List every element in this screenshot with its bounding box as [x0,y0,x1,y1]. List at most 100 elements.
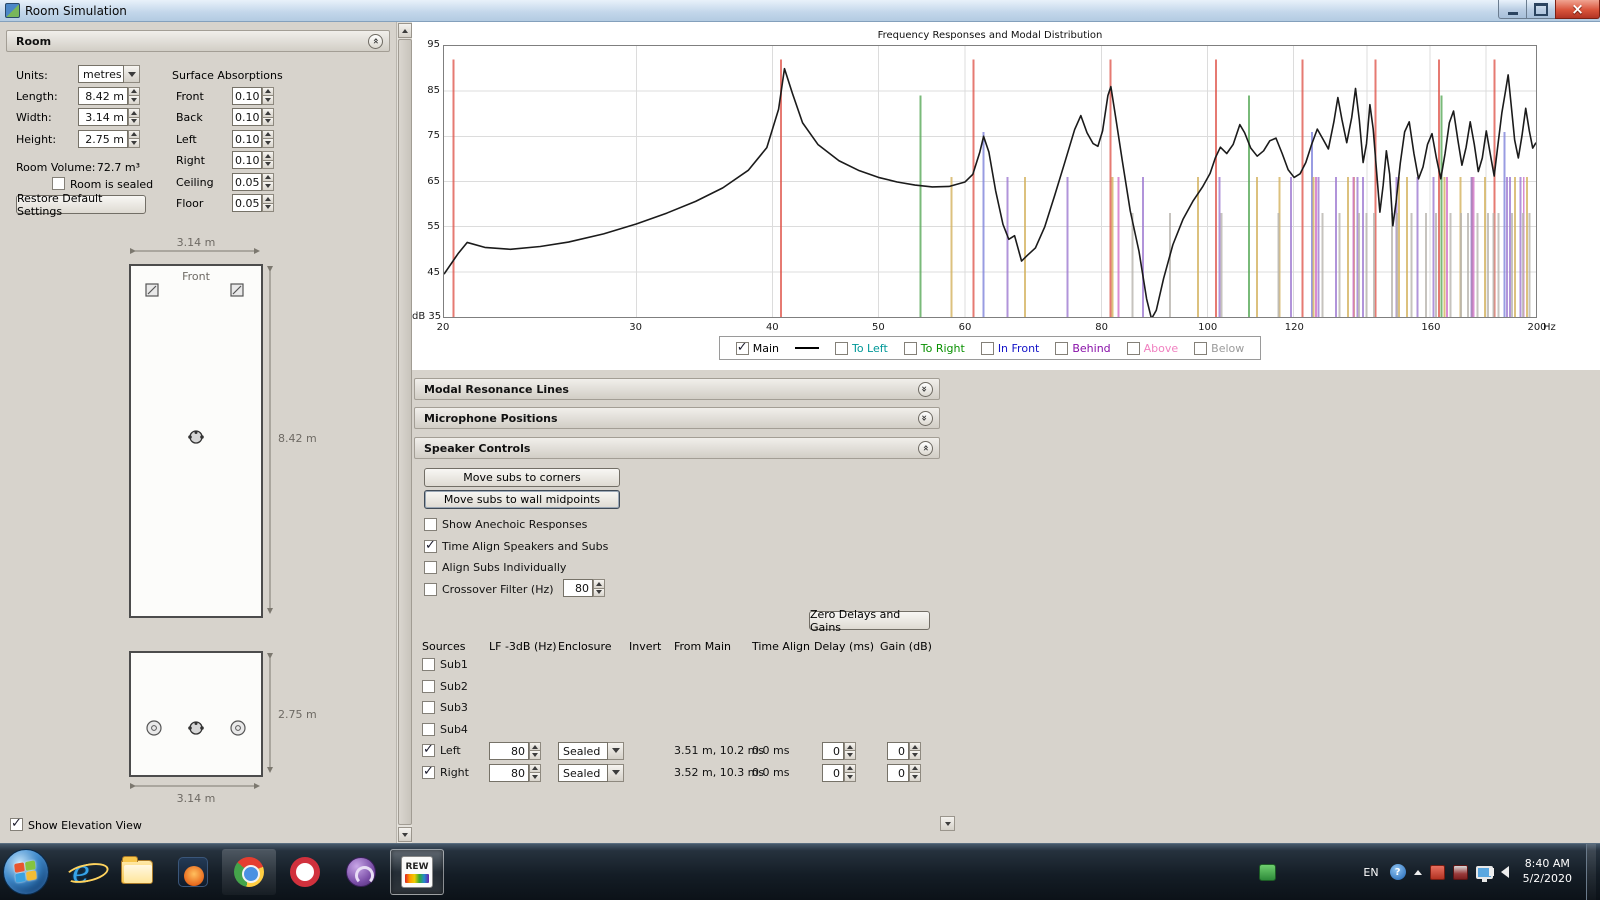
spin-up-button[interactable] [909,742,921,752]
spin-down-button[interactable] [529,751,541,760]
taskbar-tray-app-icon[interactable] [1259,864,1276,881]
crossover-spinner[interactable]: 80 [563,579,605,597]
spin-down-button[interactable] [262,161,274,170]
show-elevation-checkbox[interactable] [10,818,23,831]
expand-chevron-icon[interactable] [918,382,933,397]
close-button[interactable] [1555,0,1600,19]
collapse-chevron-icon[interactable] [368,34,383,49]
option-checkbox-2[interactable] [424,561,437,574]
legend-checkbox-6[interactable] [1194,342,1207,355]
source-checkbox-sub2[interactable] [422,680,435,693]
volume-tray-icon[interactable] [1501,866,1509,878]
gain-spinner-left[interactable]: 0 [887,742,921,760]
taskbar-media-player-button[interactable] [166,849,220,895]
restore-defaults-button[interactable]: Restore Default Settings [16,195,146,214]
move-subs-corners-button[interactable]: Move subs to corners [424,468,620,487]
spin-up-button[interactable] [128,108,140,118]
clock[interactable]: 8:40 AM 5/2/2020 [1517,857,1578,887]
surface-spinner-4-value[interactable]: 0.05 [232,173,262,191]
room-sealed-checkbox[interactable] [52,177,65,190]
scroll-up-button[interactable] [398,23,412,38]
dropdown-arrow-icon[interactable] [124,65,140,83]
dim-spinner-1-value[interactable]: 3.14 m [78,108,128,126]
spin-down-button[interactable] [262,182,274,191]
enclosure-select-right[interactable]: Sealed [558,764,624,782]
taskbar-explorer-button[interactable] [110,849,164,895]
controls-scroll-down-button[interactable] [940,816,955,831]
source-checkbox-sub1[interactable] [422,658,435,671]
show-desktop-button[interactable] [1586,844,1596,900]
spin-up-button[interactable] [593,579,605,589]
start-button[interactable] [3,849,49,895]
surface-spinner-0[interactable]: 0.10 [232,87,274,105]
surface-spinner-5[interactable]: 0.05 [232,194,274,212]
dim-spinner-2[interactable]: 2.75 m [78,130,140,148]
expand-chevron-icon[interactable] [918,411,933,426]
spin-up-button[interactable] [262,151,274,161]
surface-spinner-0-value[interactable]: 0.10 [232,87,262,105]
source-checkbox-right[interactable] [422,766,435,779]
language-indicator[interactable]: EN [1360,864,1381,881]
maximize-button[interactable] [1527,0,1555,19]
gain-spinner-right-value[interactable]: 0 [887,764,909,782]
dim-spinner-0[interactable]: 8.42 m [78,87,140,105]
move-subs-midpoints-button[interactable]: Move subs to wall midpoints [424,490,620,509]
surface-spinner-4[interactable]: 0.05 [232,173,274,191]
option-checkbox-1[interactable] [424,540,437,553]
dim-spinner-0-value[interactable]: 8.42 m [78,87,128,105]
legend-checkbox-5[interactable] [1127,342,1140,355]
spin-down-button[interactable] [262,96,274,105]
taskbar-chrome-button[interactable] [222,849,276,895]
spin-up-button[interactable] [128,130,140,140]
dropdown-arrow-icon[interactable] [608,742,624,760]
units-select[interactable]: metres [78,65,140,83]
spin-up-button[interactable] [529,764,541,774]
spin-up-button[interactable] [128,87,140,97]
section-bar-microphone-positions[interactable]: Microphone Positions [414,407,940,429]
enclosure-select-left[interactable]: Sealed [558,742,624,760]
taskbar-opera-button[interactable] [278,849,332,895]
surface-spinner-1[interactable]: 0.10 [232,108,274,126]
tray-icon-a[interactable] [1430,865,1445,880]
taskbar-purple-app-button[interactable] [334,849,388,895]
surface-spinner-2[interactable]: 0.10 [232,130,274,148]
vertical-scrollbar[interactable] [396,22,412,843]
source-checkbox-sub4[interactable] [422,723,435,736]
spin-down-button[interactable] [128,139,140,148]
delay-spinner-left[interactable]: 0 [822,742,856,760]
source-checkbox-sub3[interactable] [422,701,435,714]
spin-up-button[interactable] [844,764,856,774]
collapse-chevron-icon[interactable] [918,441,933,456]
surface-spinner-1-value[interactable]: 0.10 [232,108,262,126]
zero-delays-gains-button[interactable]: Zero Delays and Gains [809,611,930,630]
section-bar-speaker-controls[interactable]: Speaker Controls [414,437,940,459]
lf-spinner-left-value[interactable]: 80 [489,742,529,760]
minimize-button[interactable] [1498,0,1527,19]
taskbar-internet-explorer-button[interactable]: e [54,849,108,895]
dropdown-arrow-icon[interactable] [608,764,624,782]
lf-spinner-left[interactable]: 80 [489,742,541,760]
spin-down-button[interactable] [262,118,274,127]
scroll-down-button[interactable] [398,827,412,842]
dim-spinner-2-value[interactable]: 2.75 m [78,130,128,148]
delay-spinner-right[interactable]: 0 [822,764,856,782]
option-checkbox-0[interactable] [424,518,437,531]
spin-down-button[interactable] [128,96,140,105]
source-checkbox-left[interactable] [422,744,435,757]
surface-spinner-2-value[interactable]: 0.10 [232,130,262,148]
spin-up-button[interactable] [262,173,274,183]
scrollbar-thumb[interactable] [398,39,412,825]
delay-spinner-right-value[interactable]: 0 [822,764,844,782]
section-bar-modal-resonance-lines[interactable]: Modal Resonance Lines [414,378,940,400]
legend-checkbox-4[interactable] [1055,342,1068,355]
spin-up-button[interactable] [844,742,856,752]
legend-checkbox-1[interactable] [835,342,848,355]
spin-down-button[interactable] [262,139,274,148]
spin-up-button[interactable] [909,764,921,774]
spin-up-button[interactable] [262,108,274,118]
spin-up-button[interactable] [529,742,541,752]
legend-checkbox-2[interactable] [904,342,917,355]
lf-spinner-right[interactable]: 80 [489,764,541,782]
gain-spinner-left-value[interactable]: 0 [887,742,909,760]
spin-up-button[interactable] [262,194,274,204]
